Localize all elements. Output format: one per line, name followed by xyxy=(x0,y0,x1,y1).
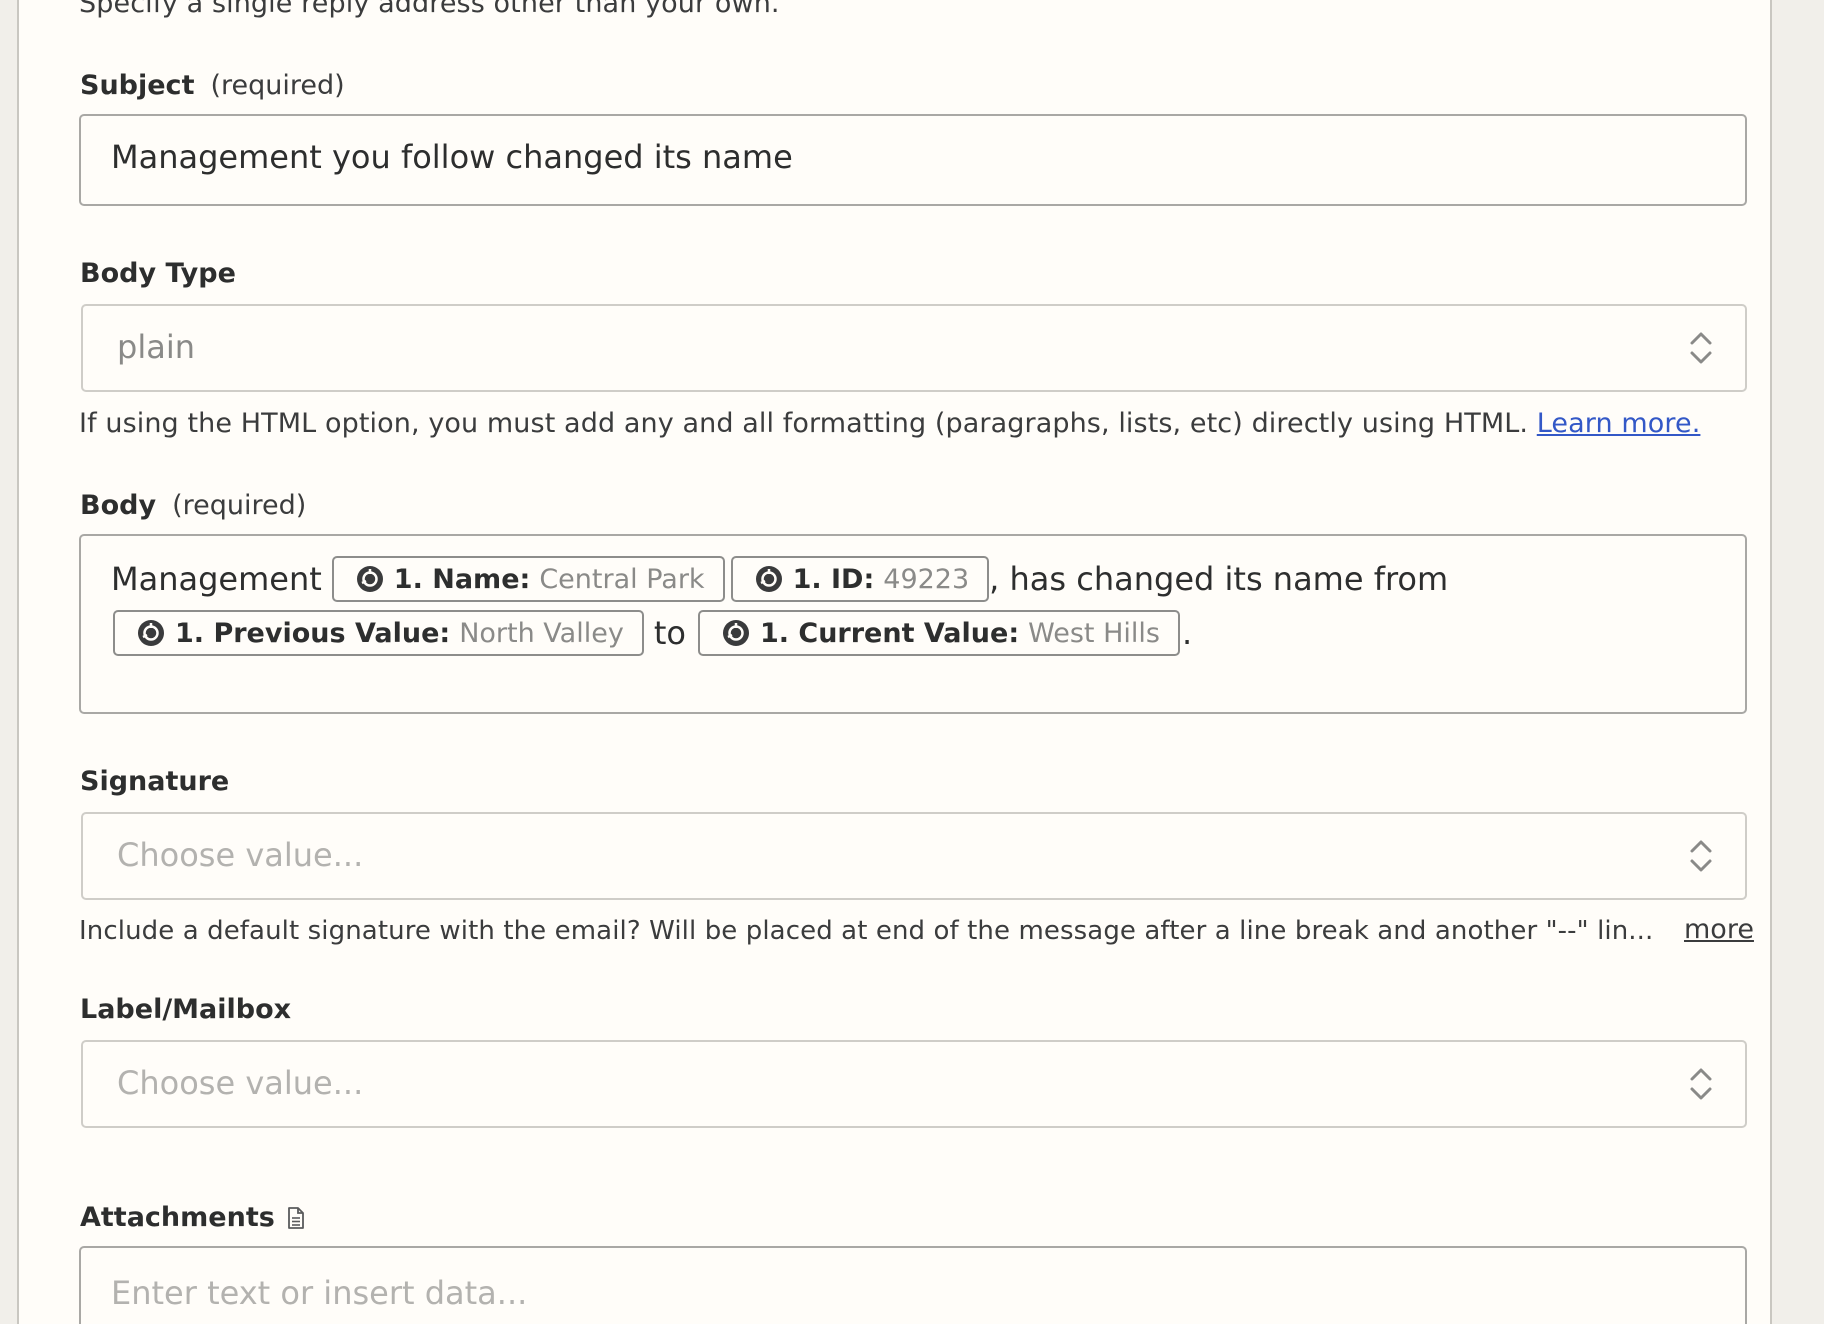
trigger-app-icon xyxy=(138,620,164,646)
body-type-select[interactable]: plain xyxy=(81,304,1747,392)
body-required: (required) xyxy=(172,490,307,521)
signature-more-link[interactable]: more xyxy=(1684,914,1754,945)
attachments-input[interactable]: Enter text or insert data... xyxy=(79,1246,1747,1324)
pill-id-value: 49223 xyxy=(883,563,970,595)
pill-current-value-text: West Hills xyxy=(1028,617,1160,649)
form-panel: Specify a single reply address other tha… xyxy=(17,0,1772,1324)
label-mailbox-select[interactable]: Choose value... xyxy=(81,1040,1747,1128)
pill-id-key: 1. ID: xyxy=(792,563,875,595)
body-type-value: plain xyxy=(117,328,195,366)
body-line-1: Management 1. Name: Central Park 1. ID: … xyxy=(111,556,1448,602)
subject-input[interactable]: Management you follow changed its name xyxy=(79,114,1747,206)
body-text-end: . xyxy=(1181,614,1193,652)
chevron-up-down-icon xyxy=(1690,332,1712,364)
signature-select[interactable]: Choose value... xyxy=(81,812,1747,900)
attachments-label-text: Attachments xyxy=(80,1202,275,1233)
body-label: Body (required) xyxy=(80,490,306,521)
reply-to-helper: Specify a single reply address other tha… xyxy=(79,0,780,19)
pill-current-value[interactable]: 1. Current Value: West Hills xyxy=(697,610,1180,656)
subject-label-text: Subject xyxy=(80,70,195,101)
attachments-placeholder: Enter text or insert data... xyxy=(111,1274,528,1312)
trigger-app-icon xyxy=(356,566,383,592)
body-type-helper: If using the HTML option, you must add a… xyxy=(79,408,1700,439)
subject-required: (required) xyxy=(210,70,345,101)
pill-previous-key: 1. Previous Value: xyxy=(175,617,451,649)
pill-name[interactable]: 1. Name: Central Park xyxy=(331,556,725,602)
trigger-app-icon xyxy=(755,566,782,592)
pill-name-value: Central Park xyxy=(539,563,705,595)
body-type-helper-text: If using the HTML option, you must add a… xyxy=(79,408,1529,439)
body-editor[interactable]: Management 1. Name: Central Park 1. ID: … xyxy=(79,534,1747,714)
subject-value: Management you follow changed its name xyxy=(111,138,793,176)
attachments-label: Attachments xyxy=(80,1202,305,1233)
file-icon xyxy=(287,1206,304,1229)
label-mailbox-label: Label/Mailbox xyxy=(80,994,292,1025)
chevron-up-down-icon xyxy=(1690,1068,1712,1100)
body-type-label: Body Type xyxy=(80,258,236,289)
body-label-text: Body xyxy=(80,490,157,521)
pill-current-key: 1. Current Value: xyxy=(759,617,1020,649)
signature-helper: Include a default signature with the ema… xyxy=(79,916,1654,946)
chevron-up-down-icon xyxy=(1690,840,1712,872)
learn-more-link[interactable]: Learn more. xyxy=(1537,408,1701,439)
trigger-app-icon xyxy=(722,620,749,646)
signature-placeholder: Choose value... xyxy=(117,836,364,874)
body-text-to: to xyxy=(653,614,686,652)
body-line-2: 1. Previous Value: North Valley to 1. Cu… xyxy=(113,610,1192,656)
label-mailbox-placeholder: Choose value... xyxy=(117,1064,364,1102)
pill-name-key: 1. Name: xyxy=(393,563,531,595)
body-text-start: Management xyxy=(111,560,322,598)
pill-previous-value-text: North Valley xyxy=(459,617,624,649)
body-text-mid: , has changed its name from xyxy=(989,560,1449,598)
signature-label: Signature xyxy=(80,766,230,797)
subject-label: Subject (required) xyxy=(80,70,345,101)
pill-previous-value[interactable]: 1. Previous Value: North Valley xyxy=(113,610,644,656)
pill-id[interactable]: 1. ID: 49223 xyxy=(730,556,990,602)
